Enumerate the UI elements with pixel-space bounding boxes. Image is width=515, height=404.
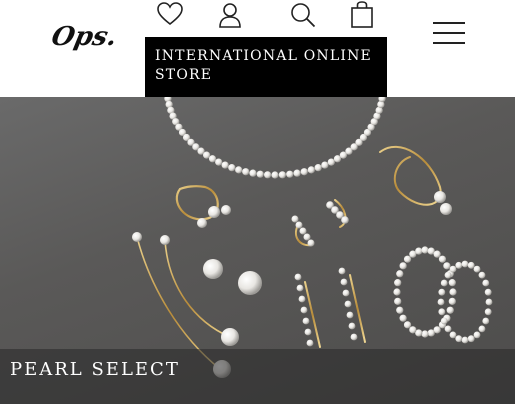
user-icon[interactable]	[218, 2, 242, 28]
hamburger-menu-icon[interactable]	[433, 20, 467, 46]
hero-title[interactable]: PEARL SELECT	[10, 359, 180, 380]
international-store-link[interactable]: INTERNATIONAL ONLINE STORE	[145, 37, 387, 97]
hero-banner[interactable]: PEARL SELECT	[0, 97, 515, 404]
menu-bar	[433, 22, 465, 24]
search-icon[interactable]	[290, 2, 316, 28]
site-header: Ops. INTERNATIONAL ONLINE STORE	[0, 0, 515, 97]
heart-icon[interactable]	[157, 2, 183, 26]
menu-bar	[433, 32, 465, 34]
shopping-bag-icon[interactable]	[349, 1, 375, 29]
brand-logo[interactable]: Ops.	[49, 22, 120, 52]
menu-bar	[433, 42, 465, 44]
